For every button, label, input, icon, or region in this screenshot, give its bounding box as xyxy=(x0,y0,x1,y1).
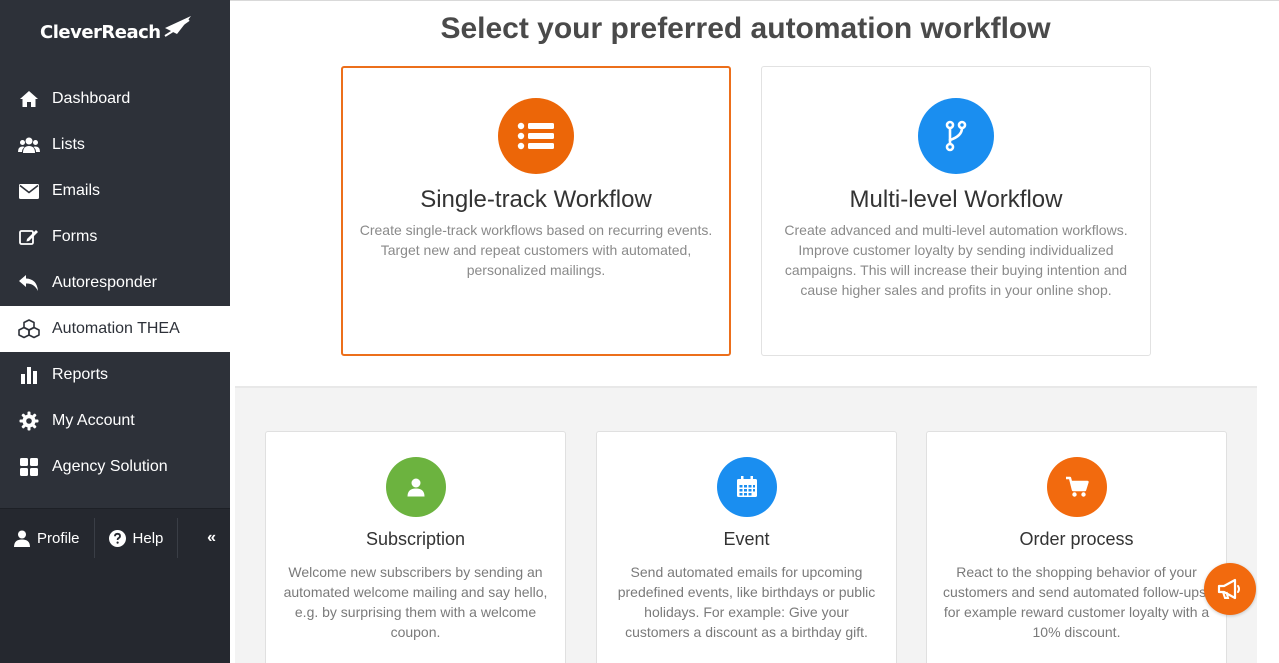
top-divider xyxy=(230,0,1279,1)
envelope-icon xyxy=(18,180,40,202)
gear-icon xyxy=(18,410,40,432)
announcement-button[interactable] xyxy=(1204,563,1256,615)
sidebar-item-dashboard[interactable]: Dashboard xyxy=(0,76,230,122)
help-button[interactable]: Help xyxy=(95,517,178,559)
paper-plane-icon xyxy=(164,16,191,37)
template-title: Order process xyxy=(1019,529,1134,549)
sidebar-item-label: Forms xyxy=(52,228,98,245)
sidebar-item-autoresponder[interactable]: Autoresponder xyxy=(0,260,230,306)
workflow-description: Create single-track workflows based on r… xyxy=(359,222,713,278)
edit-icon xyxy=(18,226,40,248)
footer-divider xyxy=(177,518,179,558)
logo-text: CleverReach xyxy=(40,21,161,43)
question-circle-icon xyxy=(108,529,126,547)
sidebar-item-label: Emails xyxy=(52,182,101,199)
profile-label: Profile xyxy=(37,529,80,547)
workflow-description: Create advanced and multi-level automati… xyxy=(784,222,1128,298)
calendar-icon xyxy=(736,476,757,497)
sidebar-item-label: My Account xyxy=(52,412,135,429)
grid-icon xyxy=(18,456,40,478)
template-description: Send automated emails for upcoming prede… xyxy=(617,564,876,640)
sidebar-item-label: Automation THEA xyxy=(52,320,180,337)
bar-chart-icon xyxy=(18,364,40,386)
profile-button[interactable]: Profile xyxy=(0,517,94,559)
sidebar-item-lists[interactable]: Lists xyxy=(0,122,230,168)
sidebar-item-reports[interactable]: Reports xyxy=(0,352,230,398)
workflow-title: Multi-level Workflow xyxy=(849,186,1063,213)
sidebar-nav: Dashboard Lists Emails Forms Autorespond… xyxy=(0,76,230,490)
event-card[interactable]: Event Send automated emails for upcoming… xyxy=(596,431,897,663)
help-label: Help xyxy=(132,529,164,547)
cart-icon xyxy=(1065,476,1089,497)
sidebar-item-automation-thea[interactable]: Automation THEA xyxy=(0,306,230,352)
workflow-icon-circle xyxy=(498,98,574,174)
sidebar-item-label: Dashboard xyxy=(52,90,131,107)
sidebar-item-label: Reports xyxy=(52,366,109,383)
subscription-card[interactable]: Subscription Welcome new subscribers by … xyxy=(265,431,566,663)
sidebar-item-my-account[interactable]: My Account xyxy=(0,398,230,444)
main-content: Select your preferred automation workflo… xyxy=(230,0,1279,663)
template-description: Welcome new subscribers by sending an au… xyxy=(283,564,548,640)
users-icon xyxy=(18,134,40,156)
user-icon xyxy=(407,478,424,497)
sidebar-item-label: Autoresponder xyxy=(52,274,157,291)
sidebar-item-agency-solution[interactable]: Agency Solution xyxy=(0,444,230,490)
order-process-card[interactable]: Order process React to the shopping beha… xyxy=(926,431,1227,663)
sidebar-item-label: Lists xyxy=(52,136,85,153)
cleverreach-logo[interactable]: CleverReach xyxy=(40,12,193,52)
template-icon-circle xyxy=(716,457,777,517)
list-icon xyxy=(517,122,554,150)
sidebar-item-emails[interactable]: Emails xyxy=(0,168,230,214)
single-track-workflow-card[interactable]: Single-track Workflow Create single-trac… xyxy=(341,66,731,356)
template-icon-circle xyxy=(385,457,446,517)
sidebar-item-forms[interactable]: Forms xyxy=(0,214,230,260)
branch-icon xyxy=(945,120,967,152)
template-description: React to the shopping behavior of your c… xyxy=(943,564,1210,640)
sidebar: CleverReach Dashboard Lists Emails Forms… xyxy=(0,0,230,663)
workflow-icon-circle xyxy=(918,98,994,174)
megaphone-icon xyxy=(1217,578,1240,600)
workflow-title: Single-track Workflow xyxy=(420,186,652,213)
multi-level-workflow-card[interactable]: Multi-level Workflow Create advanced and… xyxy=(761,66,1151,356)
template-title: Subscription xyxy=(365,529,466,549)
sidebar-item-label: Agency Solution xyxy=(52,458,168,475)
home-icon xyxy=(18,88,40,110)
user-icon xyxy=(14,530,30,547)
collapse-sidebar-button[interactable]: « xyxy=(207,529,216,547)
page-title: Select your preferred automation workflo… xyxy=(440,12,1051,45)
sidebar-footer: Profile Help « xyxy=(0,508,230,663)
template-title: Event xyxy=(723,529,770,549)
template-icon-circle xyxy=(1046,457,1107,517)
cubes-icon xyxy=(18,318,40,340)
reply-icon xyxy=(18,272,40,294)
